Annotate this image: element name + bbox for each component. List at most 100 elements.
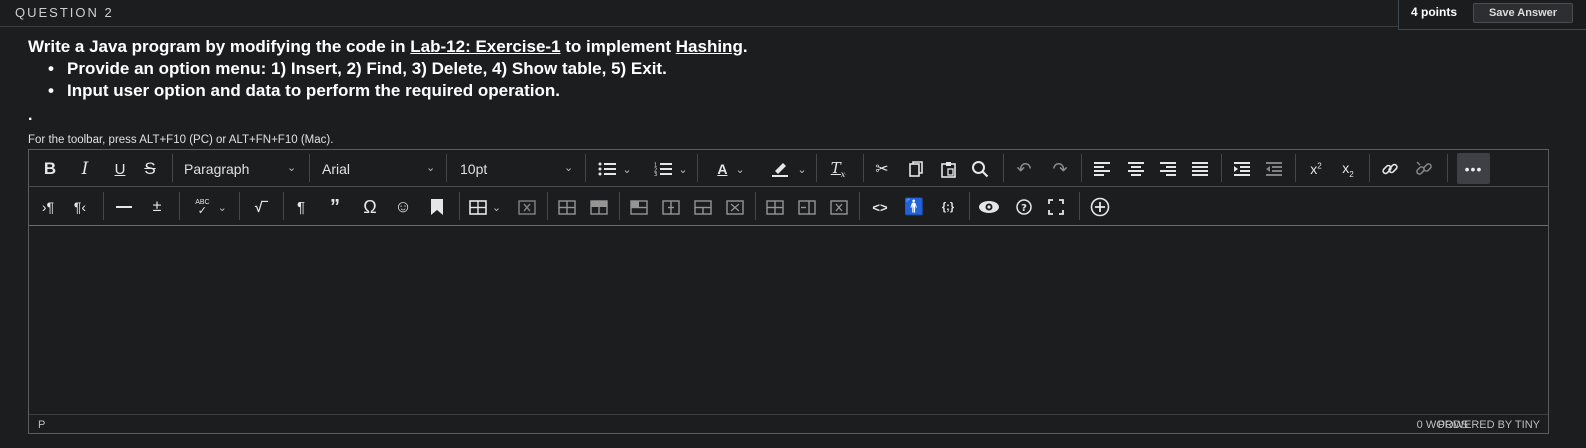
block-format-select[interactable]: Paragraph ⌄: [184, 154, 304, 184]
insert-link-button[interactable]: [1377, 154, 1403, 184]
find-replace-button[interactable]: [967, 154, 993, 184]
table-cell-props-button[interactable]: [587, 192, 611, 222]
row-delete-icon: [694, 199, 712, 215]
fullscreen-button[interactable]: [1043, 192, 1069, 222]
special-char-button[interactable]: Ω: [357, 192, 383, 222]
copy-icon: [909, 161, 923, 177]
unlink-icon: [1415, 160, 1433, 178]
math-button[interactable]: √‾: [247, 192, 275, 222]
bold-button[interactable]: B: [39, 154, 61, 184]
row-props-button[interactable]: [723, 192, 747, 222]
chevron-down-icon: ⌄: [564, 162, 574, 174]
bullet-list-button[interactable]: ⌄: [595, 154, 635, 184]
outdent-button[interactable]: [1261, 154, 1287, 184]
emoticons-button[interactable]: ☺: [391, 192, 415, 222]
align-left-button[interactable]: [1089, 154, 1115, 184]
source-code-button[interactable]: <>: [867, 192, 893, 222]
spellcheck-icon: ABC ✓: [195, 199, 210, 217]
font-family-select[interactable]: Arial ⌄: [322, 154, 442, 184]
chevron-down-icon: ⌄: [797, 163, 807, 176]
trailing-bullet: .: [28, 107, 33, 124]
ltr-icon: ›¶: [41, 199, 55, 215]
chevron-down-icon: ⌄: [287, 162, 297, 174]
rtl-button[interactable]: ¶‹: [69, 192, 91, 222]
insert-row-after-button[interactable]: [659, 192, 683, 222]
underline-button[interactable]: U: [109, 154, 131, 184]
bullet-list-icon: [598, 162, 617, 176]
help-button[interactable]: ?: [1011, 192, 1037, 222]
points-label: 4 points: [1411, 5, 1458, 19]
chevron-down-icon: ⌄: [491, 201, 502, 214]
delete-row-button[interactable]: [691, 192, 715, 222]
more-tools-button[interactable]: •••: [1457, 153, 1490, 184]
svg-text:?: ?: [1021, 203, 1027, 214]
undo-button[interactable]: ↶: [1011, 154, 1037, 184]
align-center-button[interactable]: [1123, 154, 1149, 184]
delete-column-button[interactable]: [827, 192, 851, 222]
anchor-button[interactable]: [425, 192, 449, 222]
plus-minus-button[interactable]: ±: [145, 192, 169, 222]
accessibility-icon: 🚹: [904, 199, 924, 216]
table-icon: [469, 199, 487, 215]
highlighter-icon: [771, 161, 789, 177]
rich-text-editor: B I U S Paragraph ⌄ Arial ⌄ 10pt ⌄ ⌄ 123…: [28, 149, 1549, 434]
help-icon: ?: [1016, 199, 1032, 215]
italic-button[interactable]: I: [74, 154, 96, 184]
fullscreen-icon: [1048, 199, 1064, 215]
hashing-link[interactable]: Hashing: [676, 37, 743, 56]
insert-column-after-button[interactable]: [795, 192, 819, 222]
superscript-button[interactable]: x2: [1303, 154, 1329, 184]
toolbar-row-1: B I U S Paragraph ⌄ Arial ⌄ 10pt ⌄ ⌄ 123…: [29, 150, 1548, 187]
table-cell-icon: [590, 199, 608, 215]
lab-link[interactable]: Lab-12: Exercise-1: [410, 37, 560, 56]
align-center-icon: [1128, 162, 1144, 176]
table-button[interactable]: ⌄: [465, 192, 505, 222]
delete-table-button[interactable]: [515, 192, 539, 222]
align-right-button[interactable]: [1155, 154, 1181, 184]
text-color-button[interactable]: A ⌄: [709, 154, 753, 184]
clear-formatting-icon: Tx: [830, 159, 846, 179]
horizontal-line-button[interactable]: [113, 192, 135, 222]
element-path[interactable]: P: [38, 419, 45, 431]
code-sample-icon: {;}: [941, 201, 955, 213]
points-panel: 4 points Save Answer: [1398, 0, 1586, 30]
insert-row-before-button[interactable]: [627, 192, 651, 222]
powered-by-link[interactable]: POWERED BY TINY: [1438, 419, 1540, 431]
subscript-button[interactable]: x2: [1335, 154, 1361, 184]
insert-column-before-button[interactable]: [763, 192, 787, 222]
code-sample-button[interactable]: {;}: [933, 192, 963, 222]
strikethrough-button[interactable]: S: [139, 154, 161, 184]
blockquote-button[interactable]: ”: [323, 192, 347, 222]
undo-icon: ↶: [1016, 158, 1032, 179]
paragraph-mark-button[interactable]: ¶: [289, 192, 313, 222]
editor-content-area[interactable]: [29, 227, 1548, 415]
chevron-down-icon: ⌄: [426, 162, 436, 174]
spellcheck-button[interactable]: ABC ✓ ⌄: [189, 192, 233, 222]
font-size-select[interactable]: 10pt ⌄: [460, 154, 580, 184]
plus-minus-icon: ±: [152, 198, 162, 215]
indent-button[interactable]: [1229, 154, 1255, 184]
highlight-color-button[interactable]: ⌄: [767, 154, 811, 184]
cut-button[interactable]: ✂: [869, 154, 895, 184]
svg-text:3: 3: [654, 172, 657, 176]
smiley-icon: ☺: [394, 197, 412, 216]
table-row-icon: [558, 199, 576, 215]
preview-button[interactable]: [975, 192, 1003, 222]
unlink-button[interactable]: [1411, 154, 1437, 184]
accessibility-button[interactable]: 🚹: [901, 192, 927, 222]
row-insert-before-icon: [630, 199, 648, 215]
save-answer-button[interactable]: Save Answer: [1473, 3, 1573, 23]
horizontal-line-icon: [116, 205, 132, 209]
scissors-icon: ✂: [875, 161, 889, 178]
insert-content-button[interactable]: [1087, 192, 1113, 222]
table-row-props-button[interactable]: [555, 192, 579, 222]
clear-formatting-button[interactable]: Tx: [823, 154, 853, 184]
chevron-down-icon: ⌄: [735, 163, 745, 176]
copy-button[interactable]: [903, 154, 929, 184]
list-item: Input user option and data to perform th…: [48, 80, 667, 102]
justify-button[interactable]: [1187, 154, 1213, 184]
numbered-list-button[interactable]: 123 ⌄: [651, 154, 691, 184]
paste-button[interactable]: [935, 154, 961, 184]
ltr-button[interactable]: ›¶: [37, 192, 59, 222]
redo-button[interactable]: ↷: [1047, 154, 1073, 184]
